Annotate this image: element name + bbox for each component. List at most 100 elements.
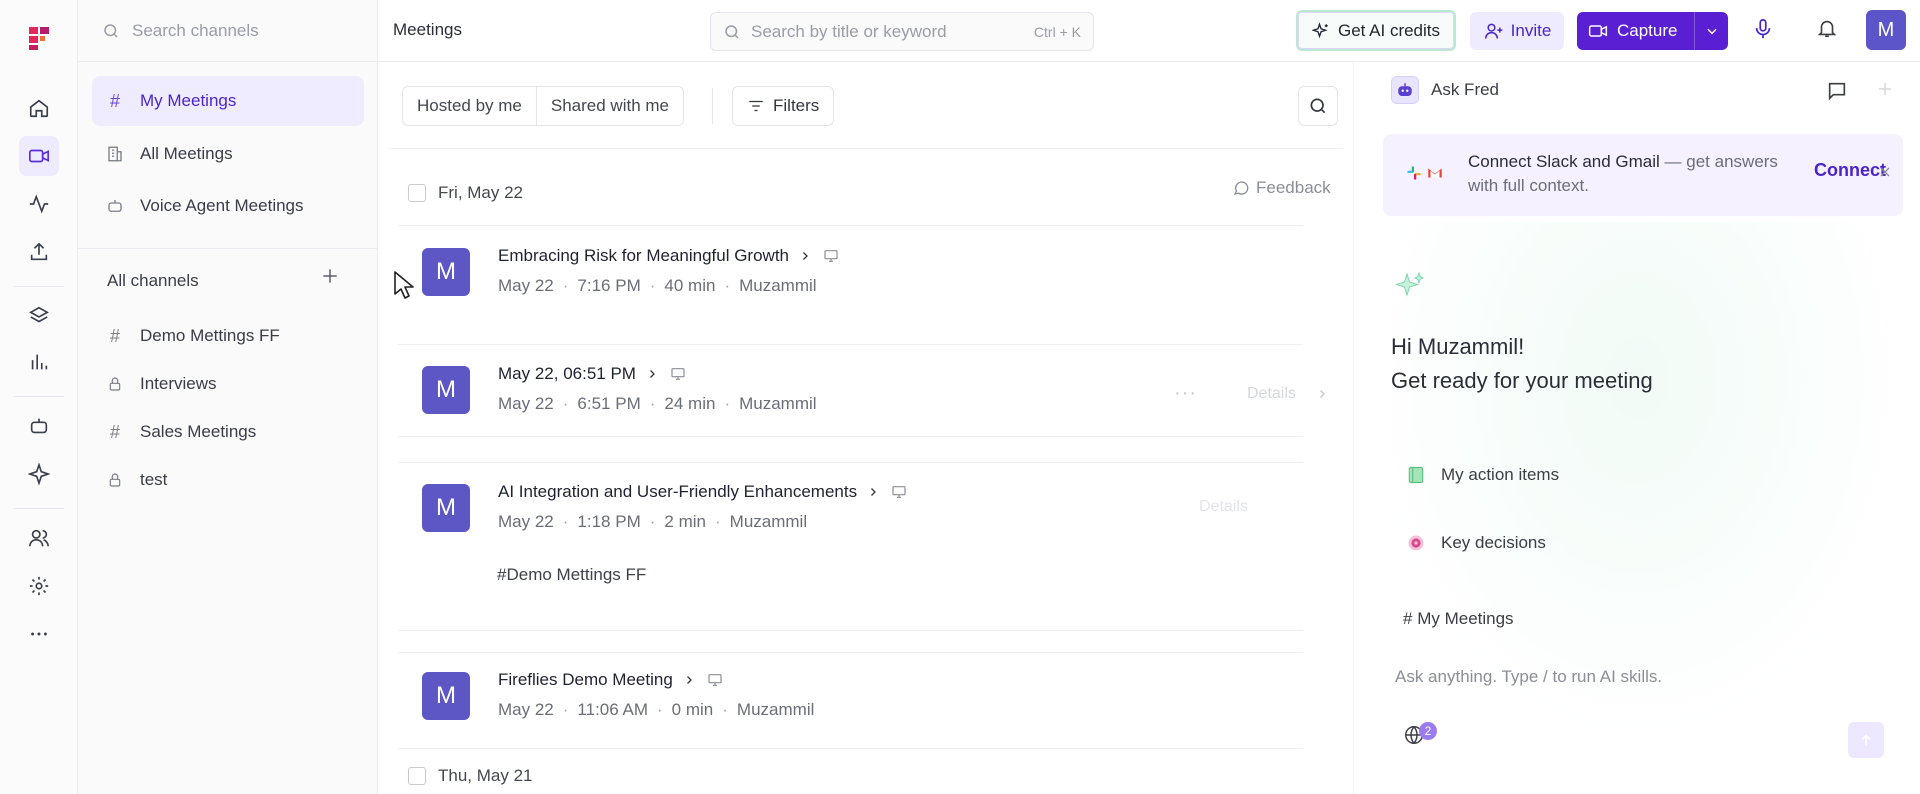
connect-description: Connect Slack and Gmail — get answers wi… — [1468, 150, 1778, 198]
home-icon[interactable] — [19, 88, 59, 128]
activity-icon[interactable] — [19, 184, 59, 224]
team-users-icon[interactable] — [19, 518, 59, 558]
plus-icon — [1879, 83, 1891, 95]
filters-label: Filters — [773, 96, 820, 115]
meeting-date: May 22 — [498, 512, 554, 531]
microphone-icon — [1755, 18, 1771, 39]
shared-with-me-tab[interactable]: Shared with me — [535, 87, 683, 125]
channel-label: Interviews — [140, 374, 217, 393]
ai-sparkle-icon — [1311, 21, 1328, 38]
context-channel-chip[interactable]: # My Meetings — [1403, 609, 1514, 629]
top-header: Meetings Search by title or keyword Ctrl… — [378, 0, 1920, 62]
gmail-logo-icon — [1428, 168, 1442, 178]
add-channel-button[interactable] — [320, 266, 340, 286]
meeting-row[interactable]: M AI Integration and User-Friendly Enhan… — [414, 460, 1314, 550]
analytics-icon[interactable] — [19, 342, 59, 382]
settings-gear-icon[interactable] — [19, 566, 59, 606]
notifications-button[interactable] — [1816, 16, 1838, 40]
channel-search-input[interactable]: Search channels — [78, 0, 378, 62]
channel-item-interviews[interactable]: Interviews — [92, 359, 364, 409]
meeting-row[interactable]: M May 22, 06:51 PM May 22 · 6:51 PM · 24 m… — [414, 342, 1325, 432]
list-search-button[interactable] — [1298, 86, 1338, 126]
select-date-checkbox[interactable] — [408, 184, 426, 202]
sidebar-item-voice-agent-meetings[interactable]: Voice Agent Meetings — [92, 181, 364, 231]
meeting-duration: 0 min — [671, 700, 714, 719]
sidebar-item-all-meetings[interactable]: All Meetings — [92, 129, 364, 179]
globe-badge: 2 — [1419, 722, 1437, 740]
meeting-host: Muzammil — [739, 276, 817, 295]
feedback-label: Feedback — [1256, 178, 1331, 197]
channel-item-test[interactable]: test — [92, 455, 364, 505]
hosted-by-me-tab[interactable]: Hosted by me — [403, 87, 536, 125]
search-icon — [104, 23, 118, 38]
upload-icon[interactable] — [19, 232, 59, 272]
sidebar-item-my-meetings[interactable]: # My Meetings — [92, 76, 364, 126]
more-options-icon[interactable] — [19, 614, 59, 654]
capture-button[interactable]: Capture — [1577, 12, 1728, 50]
suggestion-key-decisions[interactable]: Key decisions — [1391, 518, 1546, 568]
bell-icon — [1817, 20, 1837, 38]
filters-button[interactable]: Filters — [732, 86, 835, 126]
filter-lines-icon — [749, 100, 763, 112]
connect-button[interactable]: Connect — [1814, 160, 1886, 181]
invite-button[interactable]: Invite — [1470, 12, 1564, 50]
ai-sparkle-icon[interactable] — [19, 454, 59, 494]
meeting-row[interactable]: M Fireflies Demo Meeting May 22 · 11:06 A… — [414, 648, 1314, 738]
chevron-right-icon — [650, 370, 655, 378]
screen-recording-icon — [708, 674, 722, 686]
channel-label: Demo Mettings FF — [140, 326, 280, 345]
channel-item-demo-mettings-ff[interactable]: # Demo Mettings FF — [92, 311, 364, 361]
arrow-up-icon — [1861, 734, 1871, 746]
capture-dropdown-toggle[interactable] — [1694, 12, 1728, 50]
suggestion-action-items[interactable]: My action items — [1391, 450, 1559, 500]
suggestion-label: My action items — [1441, 465, 1560, 484]
screen-recording-icon — [824, 250, 838, 262]
row-divider — [398, 630, 1303, 631]
meeting-title[interactable]: Fireflies Demo Meeting — [498, 670, 723, 690]
microphone-button[interactable] — [1752, 16, 1774, 42]
meeting-search-input[interactable]: Search by title or keyword Ctrl + K — [710, 12, 1094, 51]
feedback-button[interactable]: Feedback — [1232, 178, 1331, 198]
lock-icon — [106, 471, 124, 489]
meeting-meta: May 22 · 6:51 PM · 24 min · Muzammil — [498, 394, 817, 413]
layers-icon[interactable] — [19, 296, 59, 336]
chevron-down-icon — [1706, 28, 1717, 35]
send-button[interactable] — [1848, 722, 1884, 758]
details-link[interactable]: Details — [1199, 498, 1248, 516]
meeting-title-text: Embracing Risk for Meaningful Growth — [498, 246, 790, 265]
meeting-time: 11:06 AM — [577, 700, 648, 719]
meeting-channel-tag[interactable]: #Demo Mettings FF — [497, 565, 646, 585]
channels-header: All channels — [107, 271, 199, 290]
screen-recording-icon — [892, 486, 906, 498]
meetings-video-icon[interactable] — [19, 136, 59, 176]
fireflies-logo-icon[interactable] — [19, 18, 59, 58]
user-avatar[interactable]: M — [1866, 10, 1906, 50]
meeting-row[interactable]: M Embracing Risk for Meaningful Growth M… — [414, 224, 1314, 314]
meeting-channel-tag-label: Demo Mettings FF — [506, 565, 647, 584]
select-date-checkbox[interactable] — [408, 767, 426, 785]
channel-item-sales-meetings[interactable]: # Sales Meetings — [92, 407, 364, 457]
get-ai-credits-button[interactable]: Get AI credits — [1296, 10, 1456, 51]
notebook-icon — [1405, 464, 1427, 486]
meeting-meta: May 22 · 7:16 PM · 40 min · Muzammil — [498, 276, 817, 295]
capture-main[interactable]: Capture — [1577, 21, 1694, 41]
bot-icon[interactable] — [19, 406, 59, 446]
dismiss-connect-button[interactable] — [1877, 164, 1893, 180]
meeting-host: Muzammil — [729, 512, 808, 531]
bot-icon — [106, 197, 124, 215]
meeting-title[interactable]: May 22, 06:51 PM — [498, 364, 686, 384]
toolbar-divider — [712, 88, 713, 124]
chat-history-button[interactable] — [1826, 80, 1848, 102]
ask-fred-input[interactable]: Ask anything. Type / to run AI skills. — [1395, 667, 1662, 687]
add-user-icon — [1484, 23, 1503, 39]
meeting-title[interactable]: AI Integration and User-Friendly Enhance… — [498, 482, 907, 502]
date-group-header: Fri, May 22 — [408, 178, 523, 208]
details-link[interactable]: Details — [1247, 385, 1296, 403]
meeting-date: May 22 — [498, 700, 554, 719]
search-icon — [725, 24, 739, 39]
new-chat-button[interactable] — [1876, 80, 1894, 98]
chat-bubble-icon — [1233, 181, 1249, 195]
meeting-title[interactable]: Embracing Risk for Meaningful Growth — [498, 246, 839, 266]
more-actions-icon[interactable]: ··· — [1174, 382, 1197, 405]
mouse-cursor-icon — [394, 271, 414, 299]
